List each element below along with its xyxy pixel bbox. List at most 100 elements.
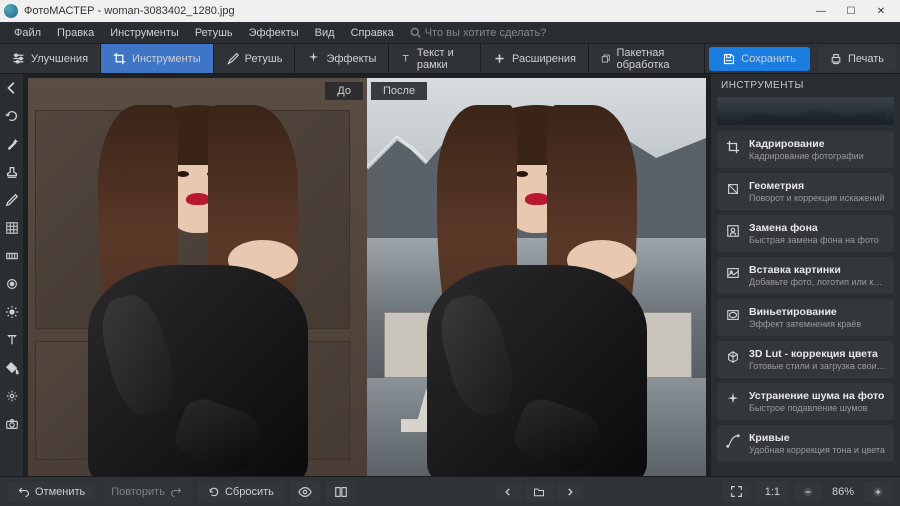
vignette-icon <box>725 307 741 323</box>
tool-crop[interactable]: КадрированиеКадрирование фотографии <box>717 131 894 168</box>
menu-retouch[interactable]: Ретушь <box>187 22 241 44</box>
tab-tools[interactable]: Инструменты <box>101 44 214 73</box>
titlebar: ФотоМАСТЕР - woman-3083402_1280.jpg — ☐ … <box>0 0 900 22</box>
titlebar-sep: - <box>95 5 105 17</box>
grid-tool[interactable] <box>2 218 22 238</box>
tab-extensions-label: Расширения <box>512 53 576 65</box>
maximize-button[interactable]: ☐ <box>836 0 866 22</box>
chevron-right-icon <box>565 487 575 497</box>
save-label: Сохранить <box>741 53 796 65</box>
text-tool[interactable] <box>2 330 22 350</box>
right-panel-preview <box>717 97 894 125</box>
close-button[interactable]: ✕ <box>866 0 896 22</box>
zoom-percent: 86% <box>828 486 858 498</box>
fit-icon <box>730 485 743 498</box>
tool-curves[interactable]: КривыеУдобная коррекция тона и цвета <box>717 425 894 462</box>
menu-edit[interactable]: Правка <box>49 22 102 44</box>
tab-enhance[interactable]: Улучшения <box>0 44 101 73</box>
tool-insert-image[interactable]: Вставка картинкиДобавьте фото, логотип и… <box>717 257 894 294</box>
wand-tool[interactable] <box>2 134 22 154</box>
minimize-button[interactable]: — <box>806 0 836 22</box>
fit-screen-button[interactable] <box>722 481 751 502</box>
before-after-compare: До После <box>28 78 706 476</box>
brush-tool[interactable] <box>2 190 22 210</box>
insertimg-icon <box>725 265 741 281</box>
open-folder-button[interactable] <box>525 482 553 502</box>
app-name: ФотоМАСТЕР <box>24 5 95 17</box>
stack-icon <box>601 52 610 65</box>
tool-bg-replace[interactable]: Замена фонаБыстрая замена фона на фото <box>717 215 894 252</box>
bottom-bar: Отменить Повторить Сбросить 1:1 86% <box>0 476 900 506</box>
exposure-tool[interactable] <box>2 302 22 322</box>
tab-effects[interactable]: Эффекты <box>295 44 389 73</box>
stamp-tool[interactable] <box>2 162 22 182</box>
tool-geometry[interactable]: ГеометрияПоворот и коррекция искажений <box>717 173 894 210</box>
menu-search[interactable]: Что вы хотите сделать? <box>410 27 547 39</box>
menu-view[interactable]: Вид <box>307 22 343 44</box>
redo-button[interactable]: Повторить <box>101 482 192 502</box>
tool-title: 3D Lut - коррекция цвета <box>749 348 886 360</box>
tab-text[interactable]: Текст и рамки <box>389 44 481 73</box>
tool-title: Кадрирование <box>749 138 864 150</box>
reset-button[interactable]: Сбросить <box>198 482 284 502</box>
tab-batch-label: Пакетная обработка <box>616 47 692 71</box>
tool-3dlut[interactable]: 3D Lut - коррекция цветаГотовые стили и … <box>717 341 894 378</box>
minus-icon <box>802 486 814 498</box>
text-icon <box>401 52 410 65</box>
crop-icon <box>113 52 126 65</box>
tool-denoise[interactable]: Устранение шума на фотоБыстрое подавлени… <box>717 383 894 420</box>
radial-tool[interactable] <box>2 274 22 294</box>
eye-icon <box>298 485 312 499</box>
tab-retouch[interactable]: Ретушь <box>214 44 296 73</box>
tab-text-label: Текст и рамки <box>417 47 468 71</box>
main-toolbar: Улучшения Инструменты Ретушь Эффекты Тек… <box>0 44 900 74</box>
plus-circle-icon <box>872 486 884 498</box>
tool-list: КадрированиеКадрирование фотографии Геом… <box>711 131 900 476</box>
plus-icon <box>493 52 506 65</box>
print-button[interactable]: Печать <box>818 47 896 71</box>
tool-desc: Удобная коррекция тона и цвета <box>749 445 885 455</box>
gradient-tool[interactable] <box>2 246 22 266</box>
tool-desc: Готовые стили и загрузка своих пресетов <box>749 361 886 371</box>
tab-tools-label: Инструменты <box>132 53 201 65</box>
settings-tool[interactable] <box>2 386 22 406</box>
preview-toggle[interactable] <box>290 481 320 503</box>
prev-image-button[interactable] <box>495 482 521 502</box>
rotate-tool[interactable] <box>2 106 22 126</box>
menu-tools[interactable]: Инструменты <box>102 22 187 44</box>
tool-title: Вставка картинки <box>749 264 886 276</box>
back-button[interactable] <box>2 78 22 98</box>
zoom-out-button[interactable] <box>794 482 822 502</box>
save-button[interactable]: Сохранить <box>709 47 810 71</box>
fill-tool[interactable] <box>2 358 22 378</box>
save-icon <box>723 53 735 65</box>
canvas-area[interactable]: До После <box>24 74 710 476</box>
redo-icon <box>170 486 182 498</box>
curves-icon <box>725 433 741 449</box>
zoom-in-button[interactable] <box>864 482 892 502</box>
next-image-button[interactable] <box>557 482 583 502</box>
brush-icon <box>226 52 239 65</box>
right-panel: ИНСТРУМЕНТЫ КадрированиеКадрирование фот… <box>710 74 900 476</box>
workspace: До После <box>0 74 900 476</box>
zoom-ratio-label: 1:1 <box>765 486 780 498</box>
zoom-1to1-button[interactable]: 1:1 <box>757 482 788 502</box>
undo-icon <box>18 486 30 498</box>
tool-desc: Кадрирование фотографии <box>749 151 864 161</box>
menu-file[interactable]: Файл <box>6 22 49 44</box>
lut-icon <box>725 349 741 365</box>
camera-tool[interactable] <box>2 414 22 434</box>
print-label: Печать <box>848 53 884 65</box>
tab-extensions[interactable]: Расширения <box>481 44 589 73</box>
compare-toggle[interactable] <box>326 481 356 503</box>
tool-desc: Добавьте фото, логотип или клипарт <box>749 277 886 287</box>
tool-vignette[interactable]: ВиньетированиеЭффект затемнения краёв <box>717 299 894 336</box>
tab-batch[interactable]: Пакетная обработка <box>589 44 705 73</box>
menu-help[interactable]: Справка <box>343 22 402 44</box>
undo-button[interactable]: Отменить <box>8 482 95 502</box>
tool-title: Замена фона <box>749 222 879 234</box>
tool-desc: Быстрое подавление шумов <box>749 403 884 413</box>
sliders-icon <box>12 52 25 65</box>
menu-effects[interactable]: Эффекты <box>241 22 307 44</box>
chevron-left-icon <box>503 487 513 497</box>
